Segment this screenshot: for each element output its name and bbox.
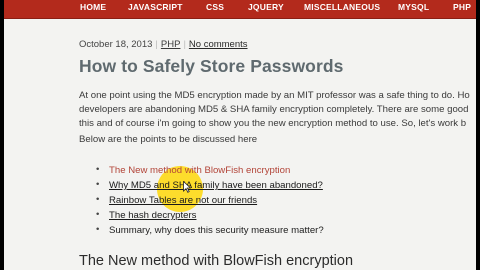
mouse-pointer-icon [183,181,191,193]
browser-page: HOME JAVASCRIPT CSS JQUERY MISCELLANEOUS… [4,0,476,270]
post-meta: October 18, 2013 | PHP | No comments [79,39,248,50]
post-date: October 18, 2013 [79,39,153,50]
list-item-label: Summary, why does this security measure … [109,225,324,236]
bullet-icon: • [96,224,100,235]
section-heading: The New method with BlowFish encryption [79,253,354,269]
meta-divider: | [155,39,158,50]
list-item-label: Why MD5 and SHA family have been abandon… [109,180,323,191]
nav-mysql[interactable]: MYSQL [398,2,429,12]
nav-miscellaneous[interactable]: MISCELLANEOUS [304,2,380,12]
list-item-label: Rainbow Tables are not our friends [109,195,258,206]
meta-divider: | [183,39,186,50]
nav-javascript[interactable]: JAVASCRIPT [128,2,183,12]
post-category-link[interactable]: PHP [161,39,181,50]
bullet-icon: • [96,179,100,190]
nav-php[interactable]: PHP [453,2,471,12]
nav-home[interactable]: HOME [80,2,106,12]
bullet-icon: • [96,164,100,175]
bullet-icon: • [96,209,100,220]
paragraph-line: At one point using the MD5 encryption ma… [79,90,470,101]
nav-css[interactable]: CSS [206,2,224,12]
post-title[interactable]: How to Safely Store Passwords [79,56,344,77]
list-item-label: The New method with BlowFish encryption [109,165,291,176]
paragraph-line: Below are the points to be discussed her… [79,134,258,145]
paragraph-line: developers are abandoning MD5 & SHA fami… [79,104,469,115]
paragraph-line: this and of course i'm going to show you… [79,118,467,129]
comments-link[interactable]: No comments [189,39,248,50]
top-navigation: HOME JAVASCRIPT CSS JQUERY MISCELLANEOUS… [4,0,476,19]
bullet-icon: • [96,194,100,205]
list-item-label: The hash decrypters [109,210,197,221]
nav-jquery[interactable]: JQUERY [248,2,284,12]
